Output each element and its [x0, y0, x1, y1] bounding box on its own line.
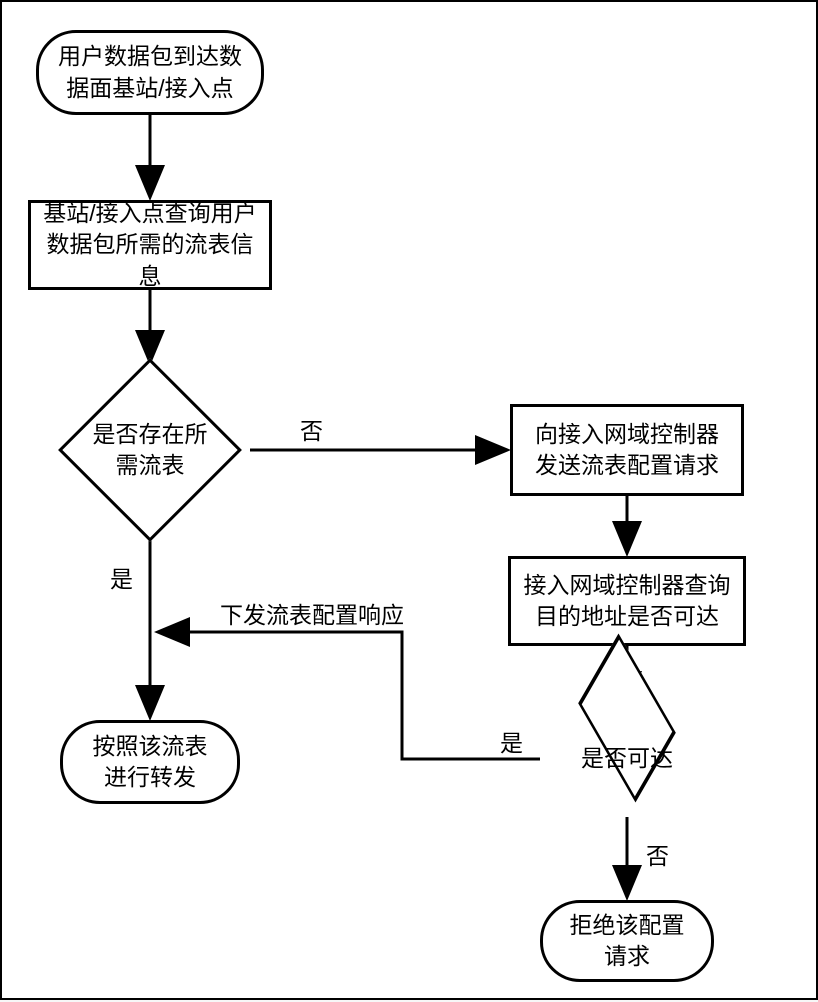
check-reach-text: 接入网域控制器查询 目的地址是否可达 [524, 570, 731, 632]
start-text: 用户数据包到达数 据面基站/接入点 [58, 41, 242, 103]
query-text: 基站/接入点查询用户 数据包所需的流表信息 [43, 198, 257, 291]
node-check-reach: 接入网域控制器查询 目的地址是否可达 [508, 556, 746, 646]
edge-label-no1: 否 [300, 412, 323, 446]
decision-reachable-text: 是否可达 [581, 743, 673, 774]
edge-label-resp-config: 下发流表配置响应 [220, 596, 404, 630]
edge-label-no2: 否 [646, 837, 669, 871]
node-reject-terminator: 拒绝该配置 请求 [540, 900, 714, 982]
decision-flowtable-text: 是否存在所 需流表 [93, 419, 208, 481]
node-decision-reachable: 是否可达 [540, 701, 714, 817]
node-start-terminator: 用户数据包到达数 据面基站/接入点 [36, 30, 264, 115]
node-forward-terminator: 按照该流表 进行转发 [60, 720, 240, 804]
edge-label-yes2: 是 [500, 724, 523, 758]
node-query-process: 基站/接入点查询用户 数据包所需的流表信息 [28, 200, 272, 290]
node-decision-flowtable: 是否存在所 需流表 [50, 360, 250, 540]
send-request-text: 向接入网域控制器 发送流表配置请求 [535, 419, 719, 481]
flowchart-canvas: 用户数据包到达数 据面基站/接入点 基站/接入点查询用户 数据包所需的流表信息 … [0, 0, 818, 1000]
reject-text: 拒绝该配置 请求 [570, 910, 685, 972]
forward-text: 按照该流表 进行转发 [93, 731, 208, 793]
node-send-request: 向接入网域控制器 发送流表配置请求 [510, 404, 744, 496]
edge-label-yes1: 是 [110, 560, 133, 594]
